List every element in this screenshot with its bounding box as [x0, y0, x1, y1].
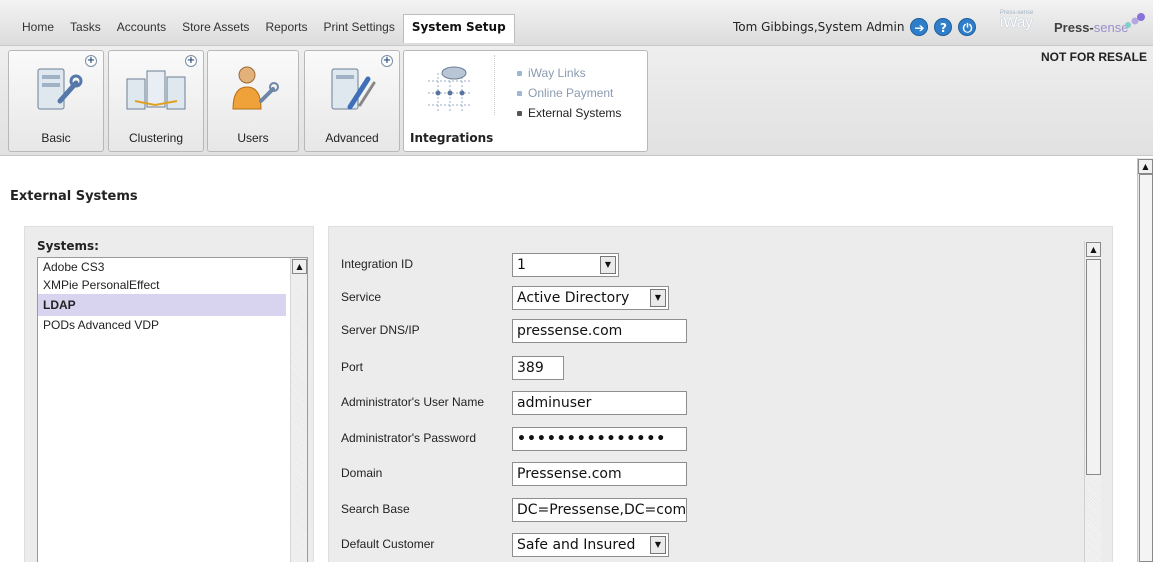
- ribbon-advanced-button[interactable]: + Advanced: [304, 50, 400, 152]
- row-domain: Domain Pressense.com: [329, 462, 1089, 486]
- search-base-label: Search Base: [341, 502, 410, 516]
- nav-system-setup[interactable]: System Setup: [402, 14, 515, 43]
- server-cluster-icon: [126, 70, 186, 110]
- integration-id-label: Integration ID: [341, 257, 414, 271]
- admin-user-label: Administrator's User Name: [341, 395, 484, 409]
- systems-panel: Systems: Adobe CS3 XMPie PersonalEffect …: [24, 226, 314, 562]
- link-iway-links-label: iWay Links: [528, 66, 586, 80]
- expand-plus-icon[interactable]: +: [381, 55, 393, 67]
- ribbon-toolbar: NOT FOR RESALE + Basic + Clustering User…: [0, 46, 1153, 156]
- dropdown-arrow-icon[interactable]: ▼: [650, 536, 666, 554]
- default-customer-select[interactable]: Safe and Insured ▼: [512, 533, 669, 557]
- bullet-icon: [517, 90, 522, 96]
- row-server: Server DNS/IP pressense.com: [329, 319, 1089, 343]
- expand-plus-icon[interactable]: +: [85, 55, 97, 67]
- pressense-dots-icon: [1125, 13, 1145, 28]
- scroll-up-arrow-icon[interactable]: ▲: [1086, 242, 1101, 257]
- pressense-logo: Press-sense: [1054, 20, 1129, 35]
- link-online-payment-label: Online Payment: [528, 86, 614, 100]
- dropdown-arrow-icon[interactable]: ▼: [600, 256, 616, 274]
- dropdown-arrow-icon[interactable]: ▼: [650, 289, 666, 307]
- user-name: Tom Gibbings,System Admin: [733, 20, 905, 34]
- service-select[interactable]: Active Directory ▼: [512, 286, 669, 310]
- service-value: Active Directory: [517, 290, 630, 306]
- top-navigation-bar: Home Tasks Accounts Store Assets Reports…: [0, 0, 1153, 46]
- ribbon-basic-label: Basic: [41, 131, 71, 145]
- nav-print-settings[interactable]: Print Settings: [315, 16, 402, 38]
- systems-label: Systems:: [37, 239, 99, 253]
- server-label: Server DNS/IP: [341, 323, 420, 337]
- domain-input[interactable]: Pressense.com: [512, 462, 687, 486]
- iway-logo: Press-sense iWay: [1000, 10, 1042, 40]
- network-plug-icon[interactable]: [420, 59, 480, 119]
- default-customer-value: Safe and Insured: [517, 537, 636, 553]
- ribbon-divider: [494, 55, 498, 115]
- ribbon-users-label: Users: [237, 131, 269, 145]
- integration-links: iWay Links Online Payment External Syste…: [517, 63, 621, 123]
- row-integration-id: Integration ID 1 ▼: [329, 253, 1089, 277]
- iway-logo-text: iWay: [1000, 14, 1033, 31]
- link-iway-links[interactable]: iWay Links: [517, 63, 621, 83]
- user-wrench-icon: [232, 66, 279, 110]
- ribbon-users-button[interactable]: Users: [207, 50, 299, 152]
- ribbon-integrations-panel: iWay Links Online Payment External Syste…: [403, 50, 648, 152]
- server-wrench-icon: [37, 68, 83, 110]
- systems-list-scrollbar[interactable]: ▲: [290, 258, 307, 562]
- row-admin-user: Administrator's User Name adminuser: [329, 391, 1089, 415]
- domain-label: Domain: [341, 466, 383, 480]
- link-external-systems[interactable]: External Systems: [517, 103, 621, 123]
- system-item-xmpie[interactable]: XMPie PersonalEffect: [38, 276, 286, 294]
- scroll-up-arrow-icon[interactable]: ▲: [1138, 159, 1153, 174]
- integration-id-select[interactable]: 1 ▼: [512, 253, 619, 277]
- server-tools-icon: [331, 68, 376, 110]
- row-search-base: Search Base DC=Pressense,DC=com: [329, 498, 1089, 522]
- search-base-input[interactable]: DC=Pressense,DC=com: [512, 498, 687, 522]
- form-scrollbar[interactable]: ▲: [1084, 241, 1101, 562]
- main-nav: Home Tasks Accounts Store Assets Reports…: [14, 14, 515, 44]
- page-scrollbar-thumb[interactable]: [1139, 174, 1153, 562]
- link-online-payment[interactable]: Online Payment: [517, 83, 621, 103]
- server-input[interactable]: pressense.com: [512, 319, 687, 343]
- logout-arrow-icon[interactable]: ➔: [910, 18, 929, 36]
- port-label: Port: [341, 360, 364, 374]
- nav-store-assets[interactable]: Store Assets: [174, 16, 257, 38]
- link-external-systems-label: External Systems: [528, 106, 622, 120]
- page-title: External Systems: [10, 189, 138, 204]
- admin-password-label: Administrator's Password: [341, 431, 476, 445]
- default-customer-label: Default Customer: [341, 537, 435, 551]
- row-default-customer: Default Customer Safe and Insured ▼: [329, 533, 1089, 557]
- scroll-up-arrow-icon[interactable]: ▲: [292, 259, 307, 274]
- nav-reports[interactable]: Reports: [257, 16, 315, 38]
- integration-id-value: 1: [517, 257, 526, 273]
- ribbon-basic-button[interactable]: + Basic: [8, 50, 104, 152]
- row-admin-password: Administrator's Password •••••••••••••••: [329, 427, 1089, 451]
- ribbon-clustering-label: Clustering: [128, 131, 184, 145]
- admin-password-input[interactable]: •••••••••••••••: [512, 427, 687, 451]
- integration-form: Integration ID 1 ▼ Service Active Direct…: [328, 226, 1113, 562]
- help-icon[interactable]: ?: [934, 18, 953, 36]
- service-label: Service: [341, 290, 382, 304]
- system-item-adobe-cs3[interactable]: Adobe CS3: [38, 258, 286, 276]
- pressense-logo-press: Press: [1054, 20, 1090, 35]
- system-item-ldap[interactable]: LDAP: [38, 294, 286, 316]
- systems-list[interactable]: Adobe CS3 XMPie PersonalEffect LDAP PODs…: [37, 257, 308, 562]
- nav-accounts[interactable]: Accounts: [109, 16, 174, 38]
- system-item-pods[interactable]: PODs Advanced VDP: [38, 316, 286, 334]
- nav-tasks[interactable]: Tasks: [62, 16, 109, 38]
- ribbon-clustering-button[interactable]: + Clustering: [108, 50, 204, 152]
- bullet-icon: [517, 110, 522, 116]
- page-scrollbar[interactable]: ▲: [1137, 158, 1153, 562]
- power-icon[interactable]: ⏻: [958, 18, 977, 36]
- nav-home[interactable]: Home: [14, 16, 62, 38]
- row-port: Port 389: [329, 356, 1089, 380]
- admin-user-input[interactable]: adminuser: [512, 391, 687, 415]
- user-area: Tom Gibbings,System Admin ➔ ? ⏻: [733, 18, 977, 36]
- not-for-resale-label: NOT FOR RESALE: [1040, 50, 1147, 64]
- bullet-icon: [517, 70, 522, 76]
- port-input[interactable]: 389: [512, 356, 564, 380]
- ribbon-advanced-label: Advanced: [325, 131, 379, 145]
- form-scrollbar-thumb[interactable]: [1086, 259, 1101, 475]
- row-service: Service Active Directory ▼: [329, 286, 1089, 310]
- ribbon-integrations-label: Integrations: [410, 131, 494, 145]
